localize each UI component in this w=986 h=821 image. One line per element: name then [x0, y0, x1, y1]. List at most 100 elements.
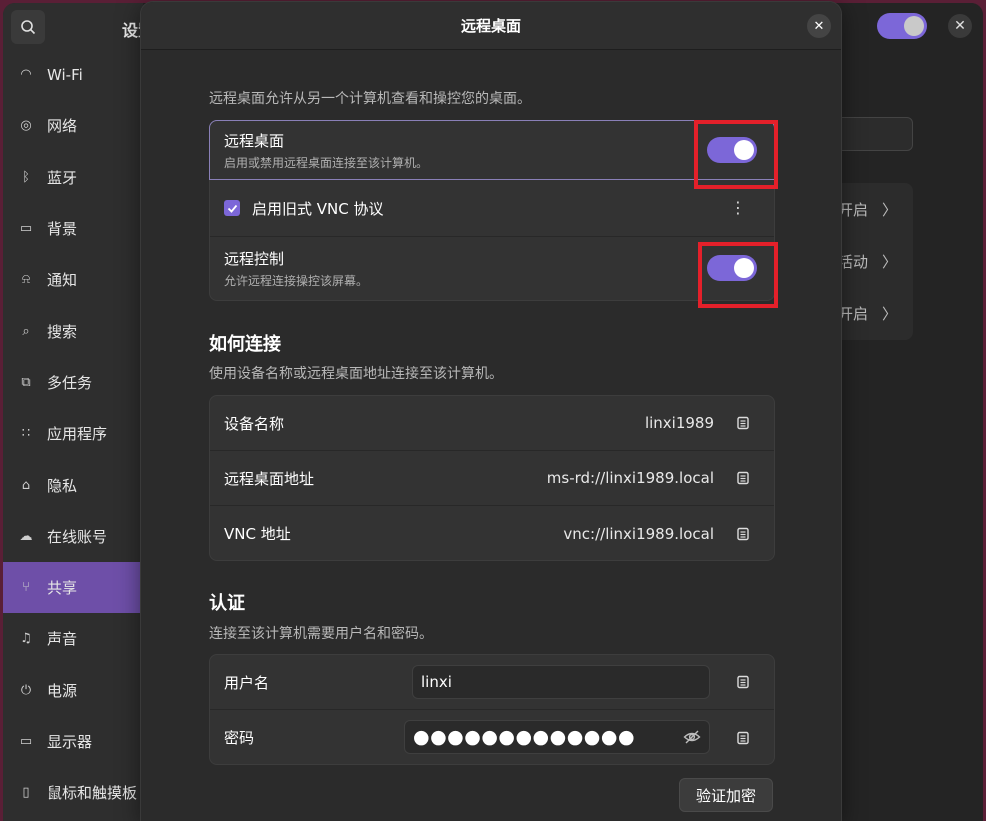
power-icon: ⏻	[20, 682, 32, 698]
sidebar-item-label: 共享	[47, 579, 78, 598]
copy-icon[interactable]	[736, 675, 750, 689]
sidebar-item-label: 蓝牙	[47, 168, 78, 187]
password-value: ●●●●●●●●●●●●●	[413, 726, 636, 748]
multitasking-icon: ⧉	[21, 374, 31, 390]
sidebar-item[interactable]: ⌕ 搜索	[3, 305, 143, 356]
connection-info-card: 设备名称 linxi1989 远程桌面地址 ms-rd://linxi1989.…	[209, 395, 775, 561]
sharing-list: 开启〉 活动〉 开启〉	[833, 183, 913, 340]
sidebar-item[interactable]: ▯ 鼠标和触摸板	[3, 767, 143, 818]
search-button[interactable]	[11, 10, 45, 44]
sidebar-item-label: 网络	[47, 117, 78, 136]
bluetooth-icon: ᛒ	[22, 169, 30, 185]
password-row: 密码 ●●●●●●●●●●●●●	[210, 710, 774, 765]
sharing-row[interactable]: 开启〉	[833, 183, 913, 235]
close-icon: ✕	[813, 18, 825, 34]
vnc-address-value: vnc://linxi1989.local	[563, 524, 714, 543]
sidebar-item[interactable]: ☁ 在线账号	[3, 511, 143, 562]
auth-title: 认证	[209, 593, 245, 614]
sharing-row[interactable]: 活动〉	[833, 235, 913, 287]
username-row: 用户名 linxi	[210, 655, 774, 710]
sharing-toggle[interactable]	[877, 13, 927, 39]
sidebar-item[interactable]: ◎ 网络	[3, 100, 143, 151]
music-icon: ♫	[20, 631, 32, 647]
sidebar-nav: ◠ Wi-Fi ◎ 网络 ᛒ 蓝牙 ▭ 背景 ⍾ 通知 ⌕ 搜索 ⧉ 多任务 ∷ 应用程序 ⌂ 隐私 ☁ 在线账号 ⑂ 共…	[3, 49, 143, 818]
mouse-icon: ▯	[22, 785, 30, 801]
more-options-icon[interactable]: ⋮	[730, 200, 746, 216]
password-label: 密码	[224, 729, 255, 747]
sidebar-item[interactable]: ◠ Wi-Fi	[3, 49, 143, 100]
sharing-row[interactable]: 开启〉	[833, 287, 913, 339]
sidebar-item-label: 鼠标和触摸板	[47, 784, 138, 803]
network-icon: ◎	[20, 118, 32, 134]
dialog-title: 远程桌面	[460, 17, 521, 35]
how-to-connect-title: 如何连接	[209, 334, 281, 355]
legacy-vnc-checkbox[interactable]	[224, 200, 240, 216]
chevron-right-icon: 〉	[881, 252, 897, 271]
sidebar: ◠ Wi-Fi ◎ 网络 ᛒ 蓝牙 ▭ 背景 ⍾ 通知 ⌕ 搜索 ⧉ 多任务 ∷ 应用程序 ⌂ 隐私 ☁ 在线账号 ⑂ 共…	[3, 3, 143, 821]
wifi-icon: ◠	[20, 67, 32, 83]
device-name-row: 设备名称 linxi1989	[210, 396, 774, 451]
sidebar-item[interactable]: ∷ 应用程序	[3, 408, 143, 459]
sidebar-item-label: 显示器	[47, 733, 93, 751]
legacy-vnc-row: 启用旧式 VNC 协议 ⋮	[210, 180, 774, 237]
sidebar-item[interactable]: ▭ 显示器	[3, 716, 143, 767]
sidebar-item-label: 背景	[47, 220, 78, 239]
sidebar-item[interactable]: ⑂ 共享	[3, 561, 143, 614]
sidebar-item[interactable]: ⌂ 隐私	[3, 459, 143, 510]
sidebar-item-label: 多任务	[47, 373, 93, 392]
rdp-address-value: ms-rd://linxi1989.local	[546, 469, 714, 487]
eye-hidden-icon[interactable]	[683, 729, 701, 745]
search-icon	[21, 20, 36, 35]
remote-control-title: 远程控制	[224, 249, 285, 268]
sidebar-item[interactable]: ♫ 声音	[3, 613, 143, 664]
auth-desc: 连接至该计算机需要用户名和密码。	[209, 626, 433, 642]
remote-control-toggle[interactable]	[707, 255, 757, 281]
search-icon: ⌕	[22, 323, 30, 339]
copy-icon[interactable]	[736, 731, 750, 745]
window-close-button[interactable]: ✕	[948, 14, 972, 38]
sidebar-item[interactable]: ⧉ 多任务	[3, 357, 143, 408]
remote-control-subtitle: 允许远程连接操控该屏幕。	[224, 273, 369, 288]
remote-desktop-toggle[interactable]	[707, 137, 757, 163]
how-to-connect-desc: 使用设备名称或远程桌面地址连接至该计算机。	[209, 366, 503, 382]
sidebar-item-label: 声音	[47, 630, 78, 649]
remote-control-row: 远程控制 允许远程连接操控该屏幕。	[210, 237, 774, 299]
chevron-right-icon: 〉	[881, 304, 897, 323]
remote-desktop-title: 远程桌面	[224, 131, 285, 150]
sidebar-item[interactable]: ᛒ 蓝牙	[3, 152, 143, 203]
device-name-value: linxi1989	[644, 414, 714, 432]
chevron-right-icon: 〉	[881, 200, 897, 219]
sidebar-item-label: 应用程序	[47, 425, 108, 444]
sharing-row-status: 开启	[837, 200, 868, 219]
password-input[interactable]: ●●●●●●●●●●●●●	[404, 720, 710, 754]
dialog-header: 远程桌面 ✕	[141, 2, 841, 50]
sidebar-item-label: 在线账号	[47, 527, 108, 546]
sidebar-item-label: 搜索	[47, 322, 78, 341]
sharing-row-status: 开启	[837, 304, 868, 323]
verify-encryption-button[interactable]: 验证加密	[679, 778, 773, 812]
rdp-address-label: 远程桌面地址	[224, 469, 315, 488]
apps-icon: ∷	[21, 426, 31, 442]
dialog-close-button[interactable]: ✕	[807, 14, 831, 38]
vnc-address-label: VNC 地址	[224, 525, 291, 543]
rdp-address-row: 远程桌面地址 ms-rd://linxi1989.local	[210, 451, 774, 506]
close-icon: ✕	[954, 18, 966, 34]
remote-desktop-dialog: 远程桌面 ✕ 远程桌面允许从另一个计算机查看和操控您的桌面。 远程桌面 启用或禁…	[141, 2, 841, 821]
auth-card: 用户名 linxi 密码 ●●●●●●●●●●●●●	[209, 654, 775, 765]
sidebar-item[interactable]: ▭ 背景	[3, 203, 143, 254]
copy-icon[interactable]	[736, 471, 750, 485]
legacy-vnc-label: 启用旧式 VNC 协议	[252, 199, 384, 218]
display-icon: ▭	[19, 734, 33, 749]
bell-icon: ⍾	[21, 272, 31, 288]
username-label: 用户名	[224, 673, 270, 692]
sidebar-item[interactable]: ⍾ 通知	[3, 254, 143, 305]
copy-icon[interactable]	[736, 416, 750, 430]
cloud-icon: ☁	[19, 528, 33, 544]
copy-icon[interactable]	[736, 527, 750, 541]
remote-desktop-card: 远程桌面 启用或禁用远程桌面连接至该计算机。 启用旧式 VNC 协议 ⋮ 远程控…	[209, 120, 775, 301]
share-icon: ⑂	[22, 580, 30, 596]
sidebar-item[interactable]: ⏻ 电源	[3, 665, 143, 716]
username-input[interactable]: linxi	[412, 665, 710, 699]
remote-desktop-subtitle: 启用或禁用远程桌面连接至该计算机。	[224, 155, 429, 170]
device-name-field[interactable]	[833, 117, 913, 151]
